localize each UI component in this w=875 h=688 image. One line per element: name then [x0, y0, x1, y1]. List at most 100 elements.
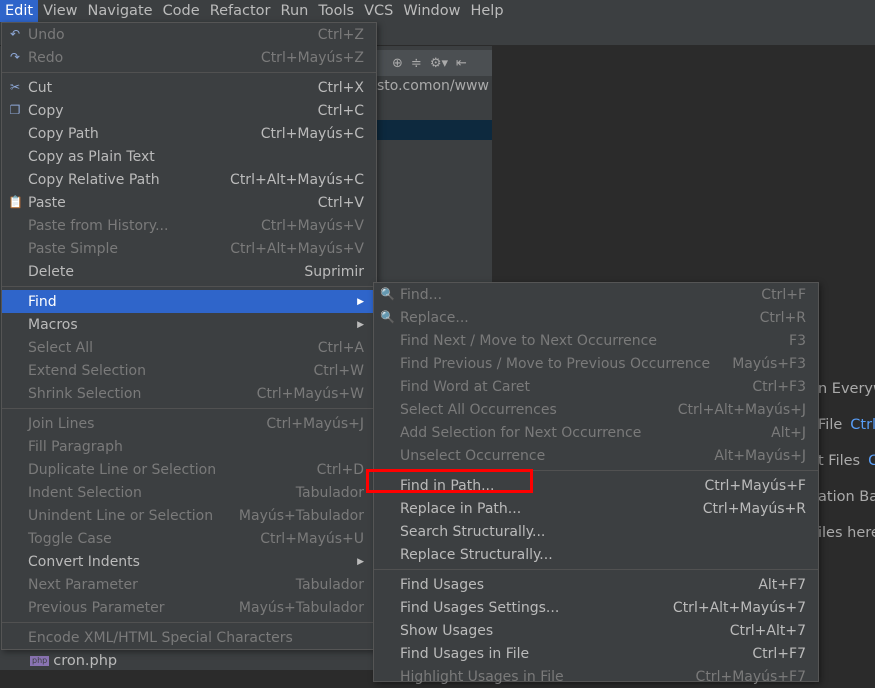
menu-item-paste[interactable]: 📋 Paste Ctrl+V [2, 191, 376, 214]
menu-item-copy-relative-path[interactable]: Copy Relative Path Ctrl+Alt+Mayús+C [2, 168, 376, 191]
menu-item-previous-parameter[interactable]: Previous Parameter Mayús+Tabulador [2, 596, 376, 619]
menu-item-label: Find Word at Caret [400, 378, 530, 395]
menu-item-redo[interactable]: ↷ Redo Ctrl+Mayús+Z [2, 46, 376, 69]
paste-icon: 📋 [8, 195, 23, 209]
menu-item-delete[interactable]: Delete Suprimir [2, 260, 376, 283]
menu-item-cut[interactable]: ✂ Cut Ctrl+X [2, 76, 376, 99]
menu-item-paste-from-history[interactable]: Paste from History... Ctrl+Mayús+V [2, 214, 376, 237]
menu-item-label: Find Previous / Move to Previous Occurre… [400, 355, 711, 372]
menu-item-find-usages[interactable]: Find Usages Alt+F7 [374, 573, 818, 596]
menu-item-copy[interactable]: ❐ Copy Ctrl+C [2, 99, 376, 122]
php-file-icon: php [30, 656, 50, 666]
menu-item-replace-structurally[interactable]: Replace Structurally... [374, 543, 818, 566]
menu-item-shortcut: Tabulador [295, 576, 364, 593]
menu-item-shortcut: Ctrl+Mayús+Z [260, 49, 364, 66]
hide-panel-icon[interactable]: ⇤ [456, 56, 467, 71]
annotation-highlight-box [366, 469, 533, 493]
menu-item-convert-indents[interactable]: Convert Indents ▶ [2, 550, 376, 573]
menu-item-find-word-at-caret[interactable]: Find Word at Caret Ctrl+F3 [374, 375, 818, 398]
hint-line: n Everyw [818, 378, 875, 414]
menu-item-toggle-case[interactable]: Toggle Case Ctrl+Mayús+U [2, 527, 376, 550]
menu-item-fill-paragraph[interactable]: Fill Paragraph [2, 435, 376, 458]
menu-item-highlight-usages-in-file[interactable]: Highlight Usages in File Ctrl+Mayús+F7 [374, 665, 818, 688]
menu-item-shortcut: Ctrl+Alt+Mayús+J [677, 401, 806, 418]
menu-item-label: Cut [28, 79, 53, 96]
hint-text: n Everyw [818, 381, 875, 397]
menu-item-search-structurally[interactable]: Search Structurally... [374, 520, 818, 543]
menu-tools[interactable]: Tools [313, 0, 359, 22]
submenu-arrow-icon: ▶ [357, 319, 364, 330]
gear-icon[interactable]: ⚙▾ [430, 56, 448, 71]
menu-item-shortcut: Tabulador [295, 484, 364, 501]
menu-item-shortcut: Mayús+Tabulador [238, 507, 364, 524]
menu-item-find-usages-in-file[interactable]: Find Usages in File Ctrl+F7 [374, 642, 818, 665]
menu-item-label: Find Usages in File [400, 645, 530, 662]
menu-item-add-selection-for-next-occurrence[interactable]: Add Selection for Next Occurrence Alt+J [374, 421, 818, 444]
menu-item-find[interactable]: 🔍 Find... Ctrl+F [374, 283, 818, 306]
menu-separator [2, 622, 376, 623]
menu-item-macros[interactable]: Macros ▶ [2, 313, 376, 336]
menu-item-show-usages[interactable]: Show Usages Ctrl+Alt+7 [374, 619, 818, 642]
file-item[interactable]: php cron.php [30, 650, 117, 672]
menu-item-shortcut: Ctrl+Alt+Mayús+V [230, 240, 364, 257]
menu-item-unindent-line-or-selection[interactable]: Unindent Line or Selection Mayús+Tabulado… [2, 504, 376, 527]
menu-item-next-parameter[interactable]: Next Parameter Tabulador [2, 573, 376, 596]
menu-window[interactable]: Window [398, 0, 465, 22]
menu-item-find-previous-move-to-previous-occurrence[interactable]: Find Previous / Move to Previous Occurre… [374, 352, 818, 375]
menu-item-paste-simple[interactable]: Paste Simple Ctrl+Alt+Mayús+V [2, 237, 376, 260]
menu-item-copy-path[interactable]: Copy Path Ctrl+Mayús+C [2, 122, 376, 145]
menu-item-shortcut: Ctrl+Mayús+C [260, 125, 364, 142]
menu-item-copy-as-plain-text[interactable]: Copy as Plain Text [2, 145, 376, 168]
menu-item-select-all[interactable]: Select All Ctrl+A [2, 336, 376, 359]
hint-text: iles here [818, 525, 875, 541]
hint-line: t Files C [818, 450, 875, 486]
menu-item-label: Unselect Occurrence [400, 447, 546, 464]
menu-item-unselect-occurrence[interactable]: Unselect Occurrence Alt+Mayús+J [374, 444, 818, 467]
menu-item-undo[interactable]: ↶ Undo Ctrl+Z [2, 23, 376, 46]
menu-item-label: Shrink Selection [28, 385, 142, 402]
hint-shortcut: C [868, 453, 875, 469]
menu-item-label: Paste Simple [28, 240, 119, 257]
menu-item-duplicate-line-or-selection[interactable]: Duplicate Line or Selection Ctrl+D [2, 458, 376, 481]
menu-item-find-usages-settings[interactable]: Find Usages Settings... Ctrl+Alt+Mayús+7 [374, 596, 818, 619]
menu-item-label: Redo [28, 49, 64, 66]
menu-item-shortcut: Ctrl+V [317, 194, 364, 211]
menu-navigate[interactable]: Navigate [83, 0, 158, 22]
menu-item-shortcut: Suprimir [304, 263, 364, 280]
menu-item-label: Find [28, 293, 57, 310]
menu-code[interactable]: Code [158, 0, 205, 22]
menu-item-shortcut: Ctrl+Alt+7 [729, 622, 806, 639]
menu-separator [2, 408, 376, 409]
menu-refactor[interactable]: Refactor [205, 0, 276, 22]
menu-item-shortcut: Ctrl+Mayús+J [266, 415, 364, 432]
menu-item-indent-selection[interactable]: Indent Selection Tabulador [2, 481, 376, 504]
menu-help[interactable]: Help [465, 0, 508, 22]
menu-item-replace[interactable]: 🔍 Replace... Ctrl+R [374, 306, 818, 329]
menu-run[interactable]: Run [276, 0, 314, 22]
hint-line: iles here [818, 522, 875, 558]
selected-tree-row[interactable] [376, 120, 492, 140]
menu-vcs[interactable]: VCS [359, 0, 398, 22]
menu-item-shortcut: Alt+Mayús+J [714, 447, 806, 464]
menu-item-find[interactable]: Find ▶ [2, 290, 376, 313]
menu-item-join-lines[interactable]: Join Lines Ctrl+Mayús+J [2, 412, 376, 435]
menu-item-shrink-selection[interactable]: Shrink Selection Ctrl+Mayús+W [2, 382, 376, 405]
collapse-icon[interactable]: ≑ [411, 56, 422, 71]
menu-item-shortcut: Ctrl+Mayús+W [256, 385, 364, 402]
menu-item-label: Copy [28, 102, 64, 119]
menu-item-extend-selection[interactable]: Extend Selection Ctrl+W [2, 359, 376, 382]
menu-item-find-next-move-to-next-occurrence[interactable]: Find Next / Move to Next Occurrence F3 [374, 329, 818, 352]
menu-item-label: Find... [400, 286, 443, 303]
menu-item-label: Extend Selection [28, 362, 146, 379]
hint-text: t Files [818, 453, 861, 469]
menu-item-encode-xml-html-special-characters[interactable]: Encode XML/HTML Special Characters [2, 626, 376, 649]
menu-view[interactable]: View [38, 0, 82, 22]
menu-item-shortcut: Ctrl+Mayús+U [260, 530, 364, 547]
menu-edit[interactable]: Edit [0, 0, 39, 22]
menu-item-label: Replace in Path... [400, 500, 522, 517]
menu-item-shortcut: Ctrl+D [316, 461, 364, 478]
menu-item-replace-in-path[interactable]: Replace in Path... Ctrl+Mayús+R [374, 497, 818, 520]
hint-line: ation Bar [818, 486, 875, 522]
menu-item-select-all-occurrences[interactable]: Select All Occurrences Ctrl+Alt+Mayús+J [374, 398, 818, 421]
locate-icon[interactable]: ⊕ [392, 56, 403, 71]
